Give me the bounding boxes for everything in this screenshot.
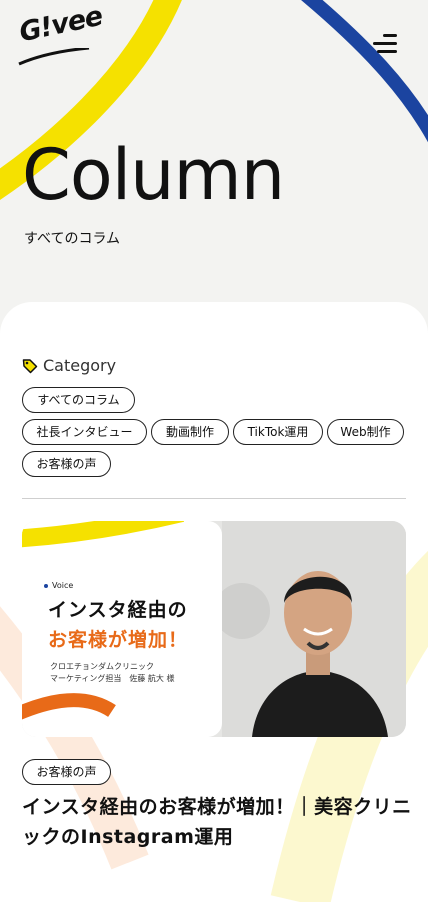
thumbnail-headline-1: インスタ経由の	[44, 595, 192, 622]
article-title[interactable]: インスタ経由のお客様が増加！｜美容クリニックのInstagram運用	[22, 792, 412, 852]
category-pill-interview[interactable]: 社長インタビュー	[22, 419, 147, 445]
thumbnail-caption-1: クロエチョンダムクリニック	[50, 662, 154, 671]
voice-label: Voice	[44, 581, 73, 590]
thumbnail-caption-2: マーケティング担当 佐藤 航大 様	[50, 674, 175, 683]
category-pill-video[interactable]: 動画制作	[151, 419, 229, 445]
content-card: Category すべてのコラム 社長インタビュー 動画制作 TikTok運用 …	[0, 302, 428, 902]
tag-icon	[22, 358, 38, 373]
page-title: Column	[22, 134, 285, 216]
person-photo	[222, 521, 406, 737]
category-pill-all[interactable]: すべてのコラム	[22, 387, 135, 413]
category-pill-web[interactable]: Web制作	[327, 419, 404, 445]
thumbnail-text-panel: Voice インスタ経由の お客様が増加！ クロエチョンダムクリニック マーケテ…	[22, 521, 222, 737]
article-thumbnail[interactable]: Voice インスタ経由の お客様が増加！ クロエチョンダムクリニック マーケテ…	[22, 521, 406, 737]
category-pill-voice[interactable]: お客様の声	[22, 451, 111, 477]
logo-swoosh	[18, 48, 90, 66]
divider	[22, 498, 406, 499]
article-tag[interactable]: お客様の声	[22, 759, 111, 785]
category-heading: Category	[22, 356, 116, 375]
thumbnail-headline-2: お客様が増加！	[44, 625, 193, 652]
page-subtitle: すべてのコラム	[24, 231, 121, 247]
category-pill-tiktok[interactable]: TikTok運用	[233, 419, 323, 445]
hamburger-icon[interactable]	[369, 34, 397, 54]
category-heading-label: Category	[43, 356, 117, 375]
logo[interactable]: G!vee	[17, 1, 105, 68]
